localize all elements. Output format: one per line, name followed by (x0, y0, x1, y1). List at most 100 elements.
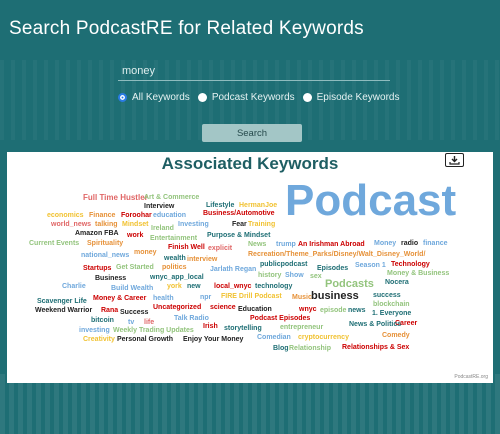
keyword-life[interactable]: life (144, 319, 154, 326)
keyword-npr[interactable]: npr (200, 294, 211, 301)
keyword-blog[interactable]: Blog (273, 345, 289, 352)
keyword-history[interactable]: history (258, 272, 281, 279)
keyword-business-automotive[interactable]: Business/Automotive (203, 210, 275, 217)
keyword-relationships-sex[interactable]: Relationships & Sex (342, 344, 409, 351)
keyword-fear[interactable]: Fear (232, 221, 247, 228)
keyword-education[interactable]: education (153, 212, 186, 219)
keyword-hermanjoe[interactable]: HermanJoe (239, 202, 277, 209)
keyword-investing[interactable]: investing (79, 327, 110, 334)
keyword-economics[interactable]: economics (47, 212, 84, 219)
keyword-finish-well[interactable]: Finish Well (168, 244, 205, 251)
keyword-bitcoin[interactable]: bitcoin (91, 317, 114, 324)
keyword-entrepreneur[interactable]: entrepreneur (280, 324, 323, 331)
keyword-news-politics[interactable]: News & Politics (349, 321, 401, 328)
radio-all-keywords-dot[interactable] (118, 93, 127, 102)
keyword-irish[interactable]: Irish (203, 323, 218, 330)
keyword-health[interactable]: health (153, 295, 174, 302)
keyword-education[interactable]: Education (238, 306, 272, 313)
keyword-rana[interactable]: Rana (101, 307, 118, 314)
keyword-spirituality[interactable]: Spirituality (87, 240, 123, 247)
keyword-fire-drill-podcast[interactable]: FIRE Drill Podcast (221, 293, 282, 300)
radio-episode-keywords[interactable]: Episode Keywords (302, 92, 399, 103)
keyword-mindset[interactable]: Mindset (122, 221, 148, 228)
keyword-sex[interactable]: sex (310, 273, 322, 280)
keyword-startups[interactable]: Startups (83, 265, 111, 272)
keyword-science[interactable]: science (210, 304, 236, 311)
keyword-radio[interactable]: radio (401, 240, 418, 247)
keyword-cryptocurrency[interactable]: cryptocurrency (298, 334, 349, 341)
keyword-york[interactable]: york (167, 283, 182, 290)
keyword-wealth[interactable]: wealth (164, 255, 186, 262)
keyword-money[interactable]: Money (374, 240, 396, 247)
keyword-creativity[interactable]: Creativity (83, 336, 115, 343)
keyword-politics[interactable]: politics (162, 264, 187, 271)
keyword-current-events[interactable]: Current Events (29, 240, 79, 247)
keyword-personal-growth[interactable]: Personal Growth (117, 336, 173, 343)
keyword-comedy[interactable]: Comedy (382, 332, 410, 339)
keyword-talk-radio[interactable]: Talk Radio (174, 315, 209, 322)
keyword-foroohar[interactable]: Foroohar (121, 212, 152, 219)
keyword-enjoy-your-money[interactable]: Enjoy Your Money (183, 336, 243, 343)
keyword-money-business[interactable]: Money & Business (387, 270, 449, 277)
keyword-lifestyle[interactable]: Lifestyle (206, 202, 234, 209)
keyword-technology[interactable]: Technology (391, 261, 430, 268)
radio-all-keywords[interactable]: All Keywords (118, 92, 190, 103)
keyword-scavenger-life[interactable]: Scavenger Life (37, 298, 87, 305)
keyword-get-started[interactable]: Get Started (116, 264, 154, 271)
keyword-recreation-theme-parks-disney-walt-disney-world[interactable]: Recreation/Theme_Parks/Disney/Walt_Disne… (248, 251, 425, 258)
keyword-news[interactable]: News (248, 241, 266, 248)
keyword-charlie[interactable]: Charlie (62, 283, 86, 290)
keyword-relationship[interactable]: Relationship (289, 345, 331, 352)
keyword-wnyc[interactable]: wnyc (299, 306, 317, 313)
keyword-weekend-warrior[interactable]: Weekend Warrior (35, 307, 92, 314)
keyword-trump[interactable]: trump (276, 241, 296, 248)
keyword-podcast-episodes[interactable]: Podcast Episodes (250, 315, 310, 322)
keyword-podcast[interactable]: Podcast (285, 179, 456, 223)
keyword-news[interactable]: news (348, 307, 366, 314)
keyword-jarlath-regan[interactable]: Jarlath Regan (210, 266, 256, 273)
keyword-business[interactable]: business (311, 291, 359, 302)
keyword-nocera[interactable]: Nocera (385, 279, 409, 286)
keyword-an-irishman-abroad[interactable]: An Irishman Abroad (298, 241, 365, 248)
keyword-world-news[interactable]: world_news (51, 221, 91, 228)
keyword-business[interactable]: Business (95, 275, 126, 282)
radio-podcast-keywords-dot[interactable] (197, 93, 207, 102)
keyword-amazon-fba[interactable]: Amazon FBA (75, 230, 119, 237)
keyword-blockchain[interactable]: blockchain (373, 301, 410, 308)
keyword-work[interactable]: work (127, 232, 143, 239)
keyword-publicpodcast[interactable]: publicpodcast (260, 261, 307, 268)
keyword-build-wealth[interactable]: Build Wealth (111, 285, 153, 292)
radio-episode-keywords-dot[interactable] (302, 93, 312, 102)
keyword-training[interactable]: Training (248, 221, 275, 228)
keyword-show[interactable]: Show (285, 272, 304, 279)
keyword-podcasts[interactable]: Podcasts (325, 279, 374, 290)
keyword-weekly-trading-updates[interactable]: Weekly Trading Updates (113, 327, 194, 334)
keyword-finance[interactable]: Finance (89, 212, 115, 219)
keyword-technology[interactable]: technology (255, 283, 292, 290)
keyword-tv[interactable]: tv (128, 319, 134, 326)
radio-podcast-keywords[interactable]: Podcast Keywords (197, 92, 295, 103)
keyword-ireland[interactable]: Ireland (151, 225, 174, 232)
keyword-episodes[interactable]: Episodes (317, 265, 348, 272)
keyword-new[interactable]: new (187, 283, 201, 290)
keyword-purpose-mindset[interactable]: Purpose & Mindset (207, 232, 270, 239)
keyword-explicit[interactable]: explicit (208, 245, 232, 252)
keyword-wnyc-app-local[interactable]: wnyc_app_local (150, 274, 204, 281)
search-button[interactable]: Search (202, 124, 302, 142)
keyword-money-career[interactable]: Money & Career (93, 295, 146, 302)
keyword-entertainment[interactable]: Entertainment (150, 235, 197, 242)
keyword-interview[interactable]: Interview (144, 203, 174, 210)
keyword-interview[interactable]: interview (187, 256, 217, 263)
keyword-uncategorized[interactable]: Uncategorized (153, 304, 201, 311)
keyword-season-1[interactable]: Season 1 (355, 262, 386, 269)
keyword-comedian[interactable]: Comedian (257, 334, 291, 341)
keyword-episode[interactable]: episode (320, 307, 346, 314)
keyword-talking[interactable]: talking (95, 221, 118, 228)
keyword-success[interactable]: Success (120, 309, 148, 316)
keyword-music[interactable]: Music (292, 294, 312, 301)
keyword-money[interactable]: money (134, 249, 157, 256)
keyword-1-everyone[interactable]: 1. Everyone (372, 310, 411, 317)
keyword-art-commerce[interactable]: Art & Commerce (144, 194, 199, 201)
search-input[interactable] (118, 62, 390, 81)
keyword-storytelling[interactable]: storytelling (224, 325, 262, 332)
